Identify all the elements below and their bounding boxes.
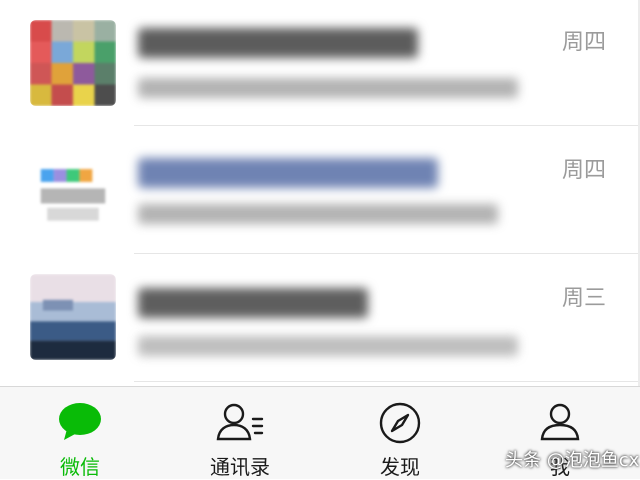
person-icon	[538, 401, 582, 447]
avatar	[30, 20, 116, 106]
tab-chats[interactable]: 微信	[0, 387, 160, 479]
chat-preview-redacted	[138, 204, 498, 224]
tab-contacts[interactable]: 通讯录	[160, 387, 320, 479]
compass-icon	[378, 401, 422, 449]
tab-discover[interactable]: 发现	[320, 387, 480, 479]
chat-time: 周四	[561, 30, 606, 55]
chat-name-redacted	[138, 158, 438, 188]
chat-item[interactable]: 周四	[0, 0, 640, 128]
chat-bubble-icon	[57, 401, 103, 447]
contacts-icon	[215, 401, 265, 447]
avatar-image	[30, 274, 116, 360]
avatar-image	[30, 20, 116, 106]
chat-list: 周四 周四 周三	[0, 0, 640, 386]
chat-time: 周三	[561, 286, 606, 311]
tab-label: 通讯录	[210, 455, 270, 479]
avatar	[30, 274, 116, 360]
divider	[134, 125, 640, 126]
avatar-image	[30, 154, 116, 240]
chat-item[interactable]: 周三	[0, 256, 640, 384]
tab-label: 微信	[60, 455, 100, 479]
divider	[134, 253, 640, 254]
chat-preview-redacted	[138, 336, 518, 356]
avatar	[30, 154, 116, 240]
divider	[134, 381, 640, 382]
chat-name-redacted	[138, 288, 368, 318]
tab-label: 发现	[380, 455, 420, 479]
watermark: 头条 @泡泡鱼cx	[505, 450, 640, 471]
chat-time: 周四	[561, 158, 606, 183]
chat-item[interactable]: 周四	[0, 128, 640, 256]
chat-name-redacted	[138, 28, 418, 58]
chat-preview-redacted	[138, 78, 518, 98]
